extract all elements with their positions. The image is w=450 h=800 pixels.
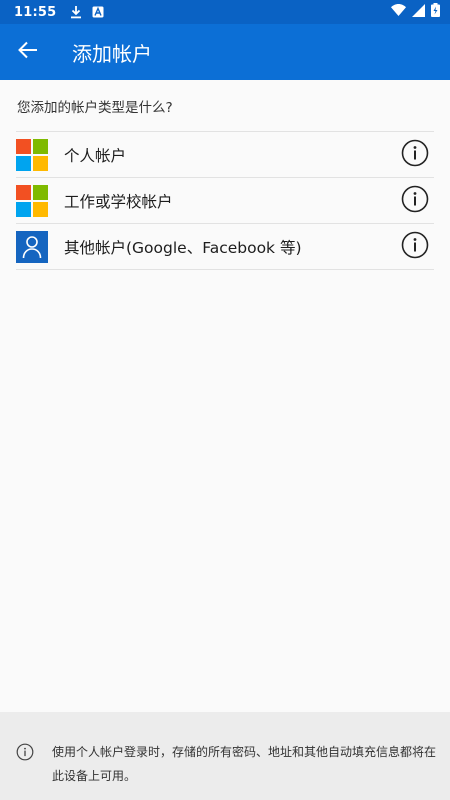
- download-icon: [70, 5, 82, 19]
- notification-a-icon: [92, 6, 104, 18]
- battery-charging-icon: [431, 3, 440, 21]
- signal-icon: [412, 3, 425, 21]
- wifi-icon: [391, 4, 406, 20]
- person-icon: [16, 230, 48, 263]
- app-bar: 添加帐户: [0, 24, 450, 80]
- status-bar: 11:55: [0, 0, 450, 24]
- autofill-notice-text: 使用个人帐户登录时，存储的所有密码、地址和其他自动填充信息都将在此设备上可用。: [52, 745, 437, 783]
- info-icon: [16, 743, 36, 763]
- info-button[interactable]: [400, 185, 430, 217]
- info-icon: [401, 231, 429, 263]
- microsoft-logo-icon: [16, 138, 48, 171]
- account-type-list: 个人帐户 工作或学校帐户 其他帐户(Google、Facebook 等): [16, 131, 434, 270]
- account-option-label: 其他帐户(Google、Facebook 等): [64, 238, 302, 257]
- back-button[interactable]: [0, 24, 56, 80]
- info-button[interactable]: [400, 231, 430, 263]
- arrow-left-icon: [18, 41, 38, 63]
- account-option-other[interactable]: 其他帐户(Google、Facebook 等): [16, 224, 434, 270]
- status-time: 11:55: [14, 4, 57, 20]
- account-type-prompt: 您添加的帐户类型是什么?: [17, 100, 173, 116]
- info-icon: [401, 139, 429, 171]
- account-option-personal[interactable]: 个人帐户: [16, 132, 434, 178]
- info-icon: [401, 185, 429, 217]
- page-title: 添加帐户: [72, 41, 152, 66]
- microsoft-logo-icon: [16, 184, 48, 217]
- info-button[interactable]: [400, 139, 430, 171]
- account-option-work-school[interactable]: 工作或学校帐户: [16, 178, 434, 224]
- autofill-notice: 使用个人帐户登录时，存储的所有密码、地址和其他自动填充信息都将在此设备上可用。: [0, 712, 450, 800]
- account-option-label: 工作或学校帐户: [64, 192, 173, 211]
- account-option-label: 个人帐户: [64, 146, 127, 165]
